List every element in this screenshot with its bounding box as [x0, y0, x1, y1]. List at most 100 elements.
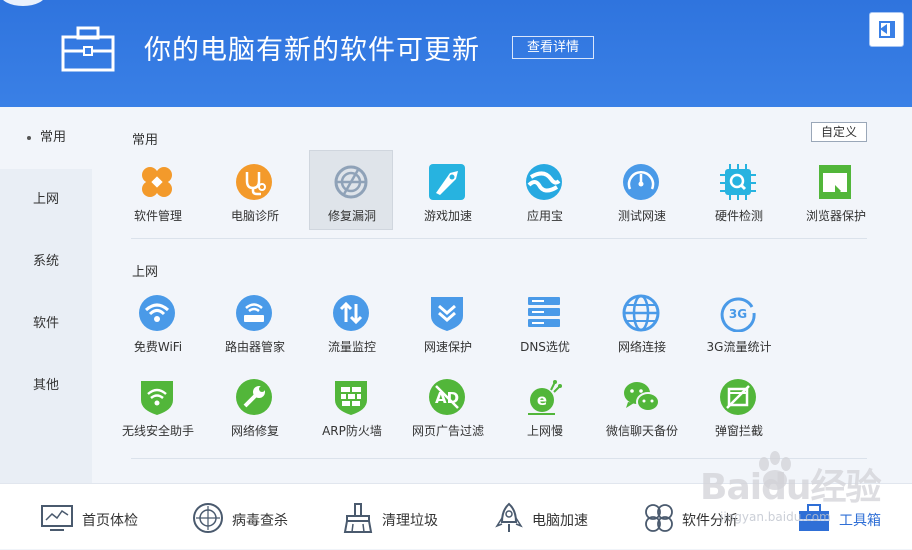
- tool-label: 网络连接: [617, 340, 666, 354]
- tool-label: 网速保护: [423, 340, 472, 354]
- svg-text:e: e: [537, 391, 547, 409]
- toolbox-icon: [61, 26, 115, 72]
- app-store-icon: [526, 164, 562, 200]
- hardware-check-icon: [720, 164, 756, 200]
- category-sidebar: 常用 上网 系统 软件 其他: [0, 107, 93, 483]
- tool-label: 修复漏洞: [327, 209, 376, 223]
- active-dot: [27, 136, 31, 140]
- tool-hardware-check[interactable]: 硬件检测: [697, 151, 781, 231]
- tool-label: 微信聊天备份: [605, 424, 678, 438]
- tool-label: 硬件检测: [714, 209, 763, 223]
- tool-label: DNS选优: [520, 340, 570, 354]
- tool-label: 浏览器保护: [805, 209, 866, 223]
- section-divider: [131, 458, 867, 459]
- customize-button[interactable]: 自定义: [811, 122, 867, 142]
- tool-label: ARP防火墙: [322, 424, 382, 438]
- tool-label: 3G流量统计: [706, 340, 772, 354]
- tool-label: 流量监控: [327, 340, 376, 354]
- software-analysis-icon: [645, 504, 673, 532]
- broom-icon: [343, 503, 373, 533]
- 3g-icon: 3G: [720, 297, 756, 332]
- svg-text:3G: 3G: [729, 307, 747, 321]
- tool-wireless-security[interactable]: 无线安全助手: [116, 366, 200, 446]
- tool-3g-stats[interactable]: 3G 3G流量统计: [697, 282, 781, 362]
- tool-free-wifi[interactable]: 免费WiFi: [116, 282, 200, 362]
- stethoscope-icon: [236, 164, 272, 200]
- sidebar-item-common[interactable]: 常用: [0, 107, 93, 169]
- tool-slow-internet[interactable]: e 上网慢: [503, 366, 587, 446]
- wrench-icon: [236, 379, 272, 415]
- tool-browser-protect[interactable]: 浏览器保护: [794, 151, 878, 231]
- tool-software-manager[interactable]: 软件管理: [116, 151, 200, 231]
- bottom-navigation: 首页体检 病毒查杀 清理垃圾 电脑加速 软件分析 工具箱: [0, 483, 912, 549]
- router-icon: [236, 295, 272, 331]
- dns-icon: [528, 297, 560, 327]
- wechat-backup-icon: [624, 382, 660, 412]
- tool-label: 路由器管家: [224, 340, 285, 354]
- tool-speed-protect[interactable]: 网速保护: [406, 282, 490, 362]
- tool-label: 免费WiFi: [133, 340, 183, 354]
- virus-scan-icon: [193, 503, 223, 533]
- nav-clean-junk[interactable]: 清理垃圾: [341, 484, 451, 550]
- tool-label: 网页广告过滤: [411, 424, 484, 438]
- slow-internet-icon: e: [528, 380, 562, 415]
- toolbox-icon: [799, 504, 829, 531]
- tool-popup-block[interactable]: 弹窗拦截: [697, 366, 781, 446]
- tool-app-store[interactable]: 应用宝: [503, 151, 587, 231]
- rocket-icon: [495, 502, 523, 532]
- nav-pc-boost[interactable]: 电脑加速: [492, 484, 602, 550]
- tool-label: 网络修复: [230, 424, 279, 438]
- tool-ad-filter[interactable]: AD 网页广告过滤: [406, 366, 490, 446]
- tool-label: 无线安全助手: [121, 424, 194, 438]
- fix-vulnerability-icon: [334, 165, 368, 199]
- tool-label: 测试网速: [617, 209, 666, 223]
- tool-traffic-monitor[interactable]: 流量监控: [310, 282, 394, 362]
- ad-filter-icon: AD: [429, 379, 465, 415]
- tool-arp-firewall[interactable]: ARP防火墙: [310, 366, 394, 446]
- tool-dns[interactable]: DNS选优: [503, 282, 587, 362]
- nav-software-analysis[interactable]: 软件分析: [642, 484, 752, 550]
- app-logo: [0, 0, 46, 6]
- nav-virus-scan[interactable]: 病毒查杀: [191, 484, 301, 550]
- tool-network-connection[interactable]: 网络连接: [600, 282, 684, 362]
- tool-fix-vulnerability[interactable]: 修复漏洞: [309, 150, 393, 230]
- section-title-common: 常用: [132, 133, 159, 148]
- wifi-icon: [139, 295, 175, 331]
- tool-label: 游戏加速: [423, 209, 472, 223]
- monitor-icon: [41, 505, 73, 531]
- speed-test-icon: [623, 164, 659, 200]
- browser-protect-icon: [819, 165, 851, 199]
- software-manager-icon: [142, 167, 172, 197]
- section-divider: [131, 238, 867, 239]
- firewall-icon: [335, 381, 367, 415]
- nav-toolbox[interactable]: 工具箱: [797, 484, 907, 550]
- popup-block-icon: [720, 379, 756, 415]
- nav-home-check[interactable]: 首页体检: [40, 484, 150, 550]
- tool-wechat-backup[interactable]: 微信聊天备份: [600, 366, 684, 446]
- tool-pc-clinic[interactable]: 电脑诊所: [213, 151, 297, 231]
- tools-panel: 常用 自定义 软件管理 电脑诊所 修复漏洞 游戏加速 应用宝 测试网速 硬件检测…: [92, 107, 912, 483]
- view-details-button[interactable]: 查看详情: [512, 36, 594, 59]
- game-boost-icon: [429, 164, 465, 200]
- exit-icon[interactable]: [869, 12, 904, 47]
- globe-icon: [622, 294, 660, 332]
- tool-label: 上网慢: [526, 424, 563, 438]
- speed-protect-icon: [431, 297, 463, 331]
- tool-router-manager[interactable]: 路由器管家: [213, 282, 297, 362]
- sidebar-item-internet[interactable]: 上网: [0, 169, 92, 231]
- tool-speed-test[interactable]: 测试网速: [600, 151, 684, 231]
- section-title-internet: 上网: [132, 265, 159, 280]
- update-notice-title: 你的电脑有新的软件可更新: [144, 35, 480, 66]
- tool-label: 弹窗拦截: [714, 424, 763, 438]
- sidebar-item-software[interactable]: 软件: [0, 293, 92, 355]
- tool-label: 应用宝: [526, 209, 563, 223]
- wireless-security-icon: [141, 381, 173, 415]
- tool-network-repair[interactable]: 网络修复: [213, 366, 297, 446]
- tool-label: 电脑诊所: [230, 209, 279, 223]
- traffic-monitor-icon: [333, 295, 369, 331]
- sidebar-item-system[interactable]: 系统: [0, 231, 92, 293]
- header-banner: 你的电脑有新的软件可更新 查看详情: [0, 0, 912, 107]
- sidebar-item-other[interactable]: 其他: [0, 355, 92, 417]
- tool-game-boost[interactable]: 游戏加速: [406, 151, 490, 231]
- tool-label: 软件管理: [133, 209, 182, 223]
